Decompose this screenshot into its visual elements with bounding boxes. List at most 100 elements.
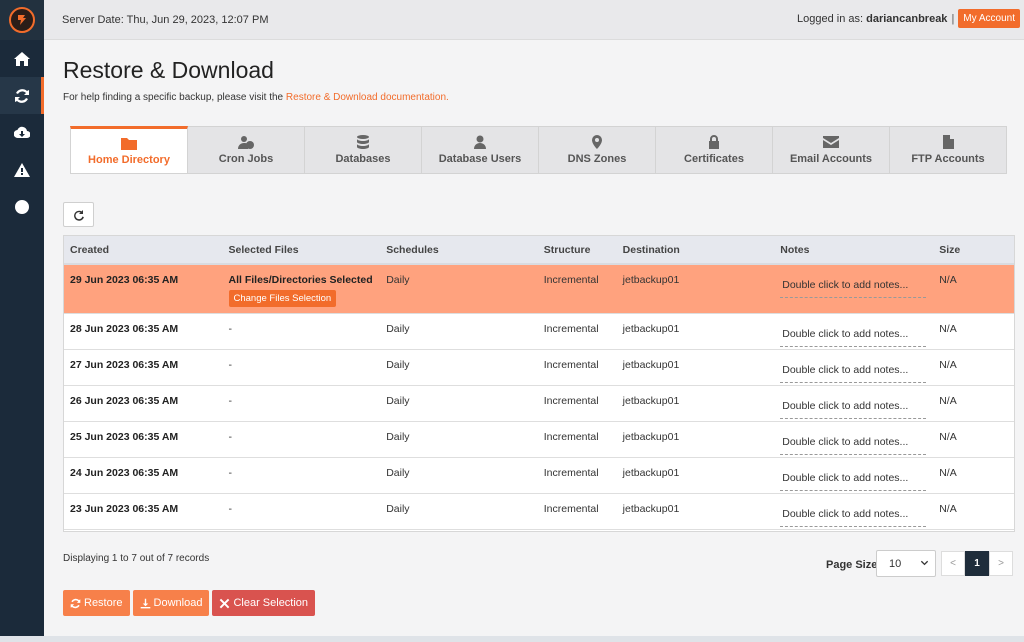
column-header-schedules[interactable]: Schedules: [380, 236, 538, 265]
notes-field[interactable]: Double click to add notes...: [780, 433, 927, 455]
download-button[interactable]: Download: [132, 590, 210, 616]
file-icon: [943, 135, 954, 149]
table-row[interactable]: 29 Jun 2023 06:35 AM All Files/Directori…: [64, 264, 1014, 314]
restore-button[interactable]: Restore: [63, 590, 130, 616]
download-label: Download: [153, 597, 203, 609]
cell-structure: Incremental: [537, 264, 617, 314]
cell-created: 24 Jun 2023 06:35 AM: [64, 457, 223, 494]
warning-icon: [14, 162, 30, 177]
cell-notes: Double click to add notes...: [774, 385, 934, 422]
cell-selected-files: -: [222, 421, 381, 458]
table-row[interactable]: 24 Jun 2023 06:35 AM - Daily Incremental…: [64, 457, 1014, 494]
cell-selected-files: -: [222, 457, 381, 494]
main-content: Restore & Download For help finding a sp…: [44, 40, 1024, 642]
table-row[interactable]: 25 Jun 2023 06:35 AM - Daily Incremental…: [64, 421, 1014, 458]
jetbackup-logo-icon: [9, 7, 35, 33]
change-files-selection-button[interactable]: Change Files Selection: [228, 290, 337, 307]
page-size-label: Page Size: [826, 559, 878, 571]
my-account-button[interactable]: My Account: [958, 9, 1020, 28]
action-buttons: Restore Download Clear Selection: [63, 590, 316, 616]
folder-icon: [121, 138, 137, 150]
table-row[interactable]: 28 Jun 2023 06:35 AM - Daily Incremental…: [64, 313, 1014, 350]
sidebar-item-alerts[interactable]: [0, 151, 44, 188]
tabs: Home Directory Cron Jobs Databases Datab…: [70, 126, 1007, 174]
notes-field[interactable]: Double click to add notes...: [780, 397, 927, 419]
notes-field[interactable]: Double click to add notes...: [780, 361, 927, 383]
notes-field[interactable]: Double click to add notes...: [780, 469, 927, 491]
tab-ftp-accounts[interactable]: FTP Accounts: [890, 126, 1007, 174]
close-icon: [220, 598, 230, 608]
cell-schedule: Daily: [380, 313, 538, 350]
sidebar-item-home[interactable]: [0, 40, 44, 77]
lock-icon: [709, 135, 719, 149]
cell-selected-files: -: [222, 313, 381, 350]
table-row[interactable]: 26 Jun 2023 06:35 AM - Daily Incremental…: [64, 385, 1014, 422]
notes-field[interactable]: Double click to add notes...: [780, 276, 927, 298]
tab-label: Database Users: [438, 153, 522, 165]
table-row[interactable]: 23 Jun 2023 06:35 AM - Daily Incremental…: [64, 493, 1014, 530]
column-header-size[interactable]: Size: [933, 236, 1014, 265]
cell-size: N/A: [933, 349, 1014, 386]
help-text-label: For help finding a specific backup, plea…: [63, 92, 286, 103]
sidebar-item-download[interactable]: [0, 114, 44, 151]
cell-size: N/A: [933, 385, 1014, 422]
prev-page-button[interactable]: <: [941, 551, 965, 576]
column-header-created[interactable]: Created: [64, 236, 223, 265]
cell-destination: jetbackup01: [616, 313, 775, 350]
bottom-scrollbar[interactable]: [0, 636, 1024, 642]
next-page-button[interactable]: >: [989, 551, 1013, 576]
page-size-select[interactable]: 10: [876, 550, 936, 577]
cell-selected-files: All Files/Directories Selected Change Fi…: [222, 264, 381, 314]
home-icon: [14, 51, 30, 66]
tab-databases[interactable]: Databases: [305, 126, 422, 174]
logo[interactable]: [0, 0, 50, 40]
tab-dns-zones[interactable]: DNS Zones: [539, 126, 656, 174]
column-header-destination[interactable]: Destination: [616, 236, 775, 265]
tab-certificates[interactable]: Certificates: [656, 126, 773, 174]
notes-field[interactable]: Double click to add notes...: [780, 505, 927, 527]
column-header-selected-files[interactable]: Selected Files: [222, 236, 381, 265]
tab-label: Home Directory: [88, 154, 170, 166]
refresh-button[interactable]: [63, 202, 94, 227]
cell-size: N/A: [933, 313, 1014, 350]
tab-label: Cron Jobs: [218, 153, 274, 165]
logged-in-label: Logged in as:: [797, 12, 864, 25]
database-icon: [357, 135, 369, 149]
tab-email-accounts[interactable]: Email Accounts: [773, 126, 890, 174]
cell-notes: Double click to add notes...: [774, 264, 934, 314]
cell-size: N/A: [933, 421, 1014, 458]
cell-structure: Incremental: [537, 313, 617, 350]
cell-created: 23 Jun 2023 06:35 AM: [64, 493, 223, 530]
clear-selection-button[interactable]: Clear Selection: [212, 590, 316, 616]
tab-home-directory[interactable]: Home Directory: [70, 126, 188, 174]
cell-structure: Incremental: [537, 493, 617, 530]
page-title: Restore & Download: [63, 57, 274, 83]
refresh-icon: [15, 88, 29, 103]
records-count: Displaying 1 to 7 out of 7 records: [63, 553, 210, 564]
tab-label: DNS Zones: [567, 153, 627, 165]
backups-table: Created Selected Files Schedules Structu…: [63, 235, 1015, 532]
tab-cron-jobs[interactable]: Cron Jobs: [188, 126, 305, 174]
sidebar-item-restore[interactable]: [0, 77, 44, 114]
pagination: < 1 >: [941, 551, 1013, 576]
user-clock-icon: [238, 136, 254, 149]
cell-schedule: Daily: [380, 264, 538, 314]
envelope-icon: [823, 136, 839, 148]
column-header-structure[interactable]: Structure: [537, 236, 617, 265]
cell-structure: Incremental: [537, 421, 617, 458]
cell-created: 25 Jun 2023 06:35 AM: [64, 421, 223, 458]
sidebar-item-queue[interactable]: [0, 188, 44, 225]
tab-database-users[interactable]: Database Users: [422, 126, 539, 174]
cell-destination: jetbackup01: [616, 349, 775, 386]
cell-selected-files: -: [222, 349, 381, 386]
table-row[interactable]: 27 Jun 2023 06:35 AM - Daily Incremental…: [64, 349, 1014, 386]
page-size-value: 10: [889, 557, 902, 570]
page-1-button[interactable]: 1: [965, 551, 989, 576]
cell-notes: Double click to add notes...: [774, 421, 934, 458]
documentation-link[interactable]: Restore & Download documentation.: [286, 92, 449, 103]
cell-notes: Double click to add notes...: [774, 313, 934, 350]
help-text: For help finding a specific backup, plea…: [63, 92, 449, 103]
column-header-notes[interactable]: Notes: [774, 236, 934, 265]
server-date: Server Date: Thu, Jun 29, 2023, 12:07 PM: [62, 14, 269, 26]
notes-field[interactable]: Double click to add notes...: [780, 325, 927, 347]
